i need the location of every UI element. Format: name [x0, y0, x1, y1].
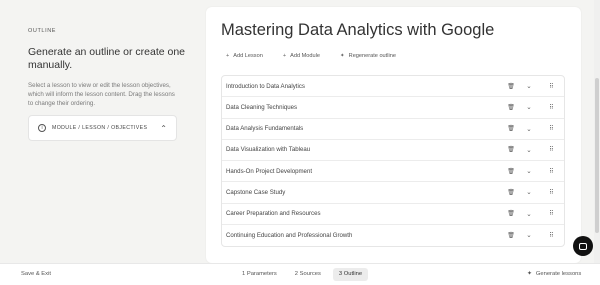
lesson-title: Capstone Case Study [226, 188, 286, 196]
add-lesson-button[interactable]: + Add Lesson [226, 53, 263, 59]
step-parameters[interactable]: 1 Parameters [236, 268, 283, 281]
lesson-row[interactable]: Data Visualization with Tableau 🗑 ⌄ ⠿ [222, 140, 564, 161]
add-module-label: Add Module [290, 53, 320, 59]
drag-handle-icon[interactable]: ⠿ [538, 210, 564, 217]
generate-lessons-button[interactable]: ✦ Generate lessons [527, 271, 581, 277]
outline-actions: + Add Lesson + Add Module ✦ Regenerate outl… [226, 53, 396, 59]
lesson-title: Data Visualization with Tableau [226, 146, 311, 154]
sidebar-helper-text: Select a lesson to view or edit the less… [28, 82, 175, 107]
section-eyebrow: OUTLINE [28, 28, 57, 34]
regenerate-outline-label: Regenerate outline [348, 53, 396, 59]
module-lesson-objectives-label: MODULE / LESSON / OBJECTIVES [52, 125, 148, 131]
drag-handle-icon[interactable]: ⠿ [538, 104, 564, 111]
trash-icon[interactable]: 🗑 [502, 146, 520, 153]
trash-icon[interactable]: 🗑 [502, 189, 520, 196]
page-scrollbar[interactable] [594, 0, 600, 263]
chevron-down-icon[interactable]: ⌄ [520, 146, 538, 154]
lesson-row[interactable]: Continuing Education and Professional Gr… [222, 225, 564, 246]
trash-icon[interactable]: 🗑 [502, 83, 520, 90]
drag-handle-icon[interactable]: ⠿ [538, 125, 564, 132]
module-lesson-objectives-toggle[interactable]: i MODULE / LESSON / OBJECTIVES ⌃ [28, 115, 177, 141]
chevron-down-icon[interactable]: ⌄ [520, 103, 538, 111]
drag-handle-icon[interactable]: ⠿ [538, 168, 564, 175]
sparkle-icon: ✦ [527, 271, 532, 277]
lesson-title: Data Analysis Fundamentals [226, 125, 304, 133]
lesson-title: Introduction to Data Analytics [226, 82, 305, 90]
chevron-down-icon[interactable]: ⌄ [520, 167, 538, 175]
lesson-row[interactable]: Data Cleaning Techniques 🗑 ⌄ ⠿ [222, 97, 564, 119]
drag-handle-icon[interactable]: ⠿ [538, 189, 564, 196]
lesson-row[interactable]: Hands-On Project Development 🗑 ⌄ ⠿ [222, 161, 564, 183]
save-exit-button[interactable]: Save & Exit [21, 271, 51, 277]
chevron-down-icon[interactable]: ⌄ [520, 82, 538, 90]
lesson-title: Data Cleaning Techniques [226, 103, 298, 111]
trash-icon[interactable]: 🗑 [502, 104, 520, 111]
chevron-up-icon: ⌃ [160, 123, 167, 133]
lesson-list: Introduction to Data Analytics 🗑 ⌄ ⠿ Dat… [221, 75, 565, 247]
course-title: Mastering Data Analytics with Google [221, 21, 495, 39]
chevron-down-icon[interactable]: ⌄ [520, 125, 538, 133]
trash-icon[interactable]: 🗑 [502, 232, 520, 239]
info-icon: i [38, 124, 46, 132]
trash-icon[interactable]: 🗑 [502, 125, 520, 132]
outline-card: Mastering Data Analytics with Google + Ad… [206, 7, 581, 263]
chevron-down-icon[interactable]: ⌄ [520, 231, 538, 239]
chevron-down-icon[interactable]: ⌄ [520, 210, 538, 218]
drag-handle-icon[interactable]: ⠿ [538, 146, 564, 153]
lesson-row[interactable]: Data Analysis Fundamentals 🗑 ⌄ ⠿ [222, 119, 564, 140]
lesson-row[interactable]: Introduction to Data Analytics 🗑 ⌄ ⠿ [222, 76, 564, 98]
lesson-title: Career Preparation and Resources [226, 210, 321, 218]
drag-handle-icon[interactable]: ⠿ [538, 83, 564, 90]
chevron-down-icon[interactable]: ⌄ [520, 188, 538, 196]
trash-icon[interactable]: 🗑 [502, 210, 520, 217]
sidebar-heading: Generate an outline or create one manual… [28, 46, 186, 71]
drag-handle-icon[interactable]: ⠿ [538, 232, 564, 239]
lesson-title: Hands-On Project Development [226, 167, 313, 175]
add-module-button[interactable]: + Add Module [283, 53, 320, 59]
plus-icon: + [226, 53, 230, 59]
scrollbar-thumb[interactable] [595, 78, 599, 233]
step-sources[interactable]: 2 Sources [289, 268, 327, 281]
sparkle-icon: ✦ [339, 53, 345, 59]
add-lesson-label: Add Lesson [233, 53, 263, 59]
lesson-row[interactable]: Capstone Case Study 🗑 ⌄ ⠿ [222, 182, 564, 204]
footer-bar: Save & Exit 1 Parameters 2 Sources 3 Out… [0, 263, 600, 285]
trash-icon[interactable]: 🗑 [502, 168, 520, 175]
step-navigation: 1 Parameters 2 Sources 3 Outline [236, 268, 369, 281]
generate-lessons-label: Generate lessons [535, 271, 582, 277]
regenerate-outline-button[interactable]: ✦ Regenerate outline [340, 53, 396, 59]
lesson-row[interactable]: Career Preparation and Resources 🗑 ⌄ ⠿ [222, 204, 564, 225]
plus-icon: + [282, 53, 287, 59]
step-outline[interactable]: 3 Outline [332, 268, 369, 281]
chat-button[interactable] [573, 236, 593, 256]
chat-bubble-icon [579, 242, 587, 250]
lesson-title: Continuing Education and Professional Gr… [226, 231, 353, 239]
